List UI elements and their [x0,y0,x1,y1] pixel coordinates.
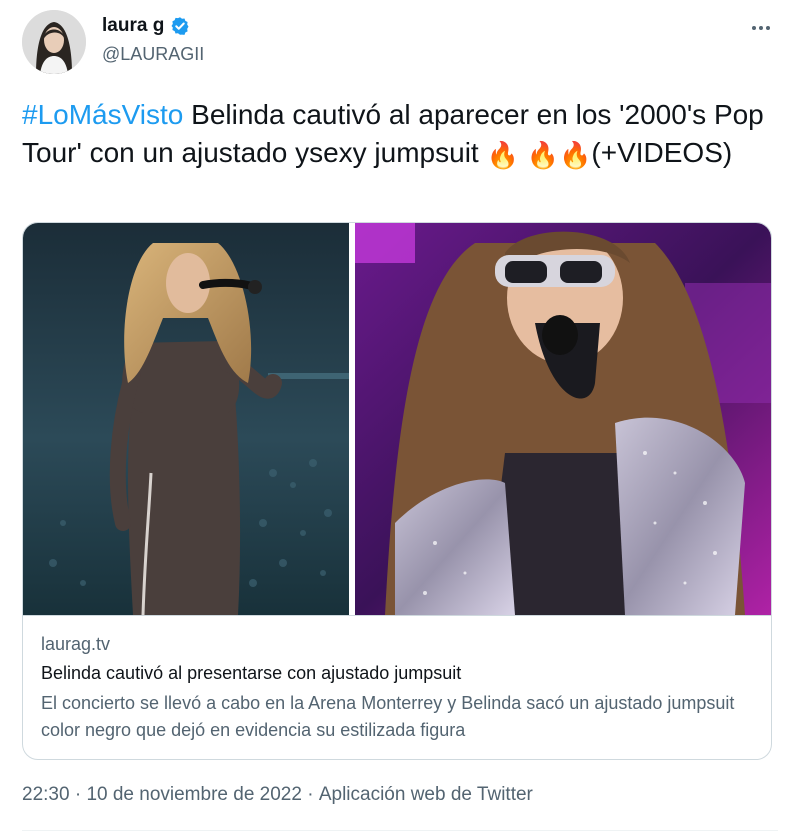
fire-emoji: 🔥 [526,140,560,170]
fire-emoji: 🔥 [559,140,592,170]
more-icon [752,26,756,30]
divider [22,830,778,831]
hashtag-link[interactable]: #LoMásVisto [22,99,183,130]
more-icon-dot [759,26,763,30]
photo-right[interactable] [355,223,771,615]
card-domain: laurag.tv [41,634,111,654]
photo-left[interactable] [23,223,349,615]
card-description: El concierto se llevó a cabo en la Arena… [41,693,735,740]
link-card[interactable]: laurag.tv Belinda cautivó al presentarse… [22,222,772,760]
verified-badge-icon [170,16,190,36]
handle[interactable]: @LAURAGII [102,44,204,65]
tweet-time[interactable]: 22:30 [22,784,70,806]
fire-emoji: 🔥 [486,140,519,170]
more-icon-dot [766,26,770,30]
card-info[interactable]: laurag.tv Belinda cautivó al presentarse… [23,615,771,759]
tweet-source[interactable]: Aplicación web de Twitter [319,784,533,806]
meta-separator: · [69,784,87,805]
tweet-suffix: (+VIDEOS) [591,137,733,168]
meta-separator: · [301,784,319,805]
tweet-meta: 22:30 · 10 de noviembre de 2022 · Aplica… [22,784,533,806]
card-title: Belinda cautivó al presentarse con ajust… [41,663,462,683]
card-media[interactable] [23,223,771,615]
more-options-button[interactable] [744,14,778,42]
tweet-text: #LoMásVisto Belinda cautivó al aparecer … [22,96,772,174]
display-name[interactable]: laura g [102,15,164,37]
tweet-date[interactable]: 10 de noviembre de 2022 [86,784,302,806]
avatar[interactable] [22,10,86,74]
